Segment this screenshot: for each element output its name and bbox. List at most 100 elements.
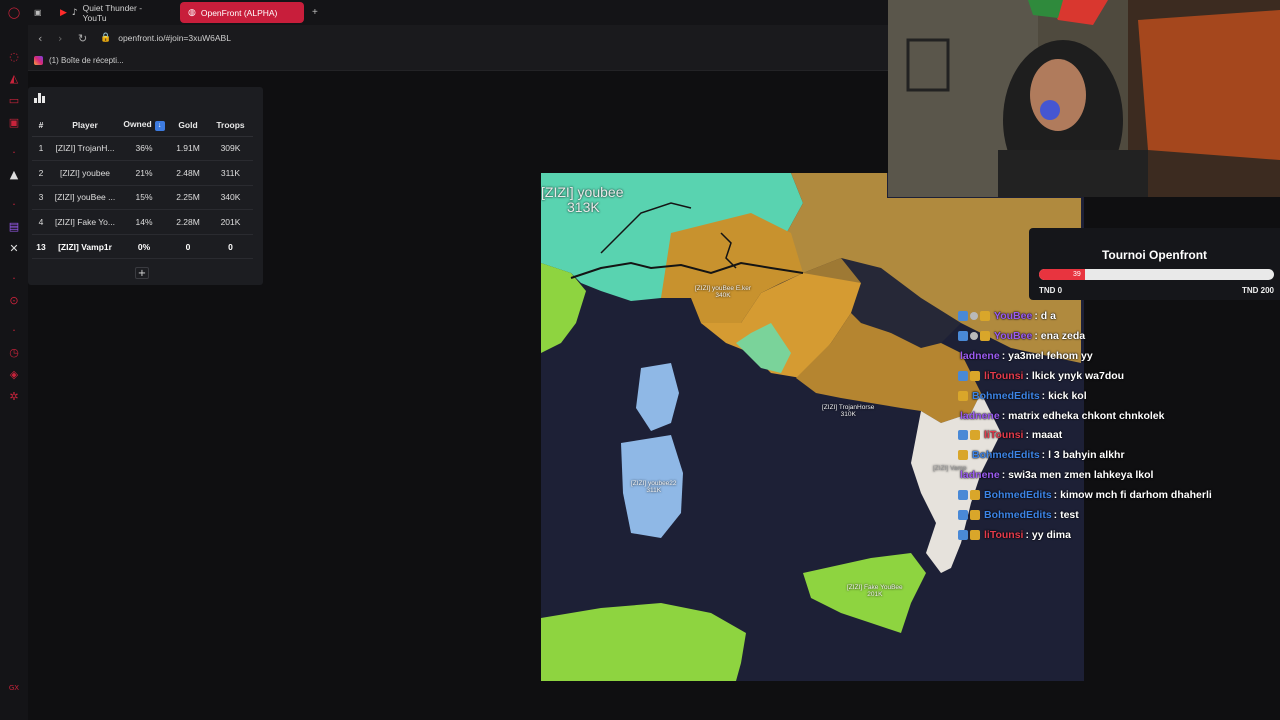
table-row[interactable]: 2 [ZIZI] youbee 21% 2.48M 311K [32,160,253,186]
cell-player: [ZIZI] Vamp1r [50,234,120,260]
cell-troops: 340K [208,185,253,211]
crown-badge-icon [970,529,980,540]
bookmark-instagram[interactable]: (1) Boîte de récepti... [49,56,124,65]
crown-badge-icon [980,330,990,341]
tab-openfront[interactable]: ◍ OpenFront (ALPHA) [180,2,304,23]
cell-player: [ZIZI] TrojanH... [50,136,120,162]
aria-icon[interactable]: ▲ [7,167,21,181]
divider-icon: · [12,145,16,159]
messenger-icon[interactable]: ◌ [7,49,21,63]
map-label-troops: 311K [646,487,662,494]
expand-leaderboard-button[interactable]: + [135,267,149,279]
chat-text: : ya3mel fehom yy [1001,349,1093,362]
twitch-badge-icon [958,490,968,501]
donation-progress-bar: 39 [1039,269,1274,280]
chat-username: YouBee [994,310,1033,322]
chat-text: : kimow mch fi darhom dhaherli [1053,489,1212,502]
cell-troops: 0 [208,234,253,260]
settings-icon[interactable]: ✲ [7,389,21,403]
col-rank[interactable]: # [32,114,50,137]
youtube-icon: ▶ [60,7,67,18]
chat-message: liTounsi: yy dima [958,527,1071,543]
donation-max-label: TND 200 [1241,286,1274,295]
table-row-self[interactable]: 13 [ZIZI] Vamp1r 0% 0 0 [32,234,253,260]
tab-bar: ▣ ▶ ♪ Quiet Thunder - YouTu ◍ OpenFront … [28,0,888,25]
crown-badge-icon [958,390,968,401]
chat-username: ladnene [960,469,1000,482]
cell-owned: 15% [120,185,168,211]
cell-gold: 2.28M [168,209,208,235]
extensions-icon[interactable]: ◈ [7,367,21,381]
tab-youtube[interactable]: ▶ ♪ Quiet Thunder - YouTu [52,2,170,23]
gx-icon[interactable]: GX [7,681,21,695]
chat-message: ladnene: ya3mel fehom yy [958,348,1093,364]
cell-rank: 4 [32,209,50,235]
chat-text: : l 3 bahyin alkhr [1041,449,1125,462]
crown-badge-icon [970,510,980,520]
map-label-name: [ZIZI] youBee E.ker [695,285,751,292]
chat-username: ladnene [960,409,1000,422]
col-player[interactable]: Player [50,114,120,137]
map-label-youbee[interactable]: [ZIZI] youbee 313K [541,185,623,215]
crown-badge-icon [970,490,980,501]
webcam-image [888,0,1280,197]
twitch-badge-icon [958,529,968,540]
table-row[interactable]: 3 [ZIZI] youBee ... 15% 2.25M 340K [32,185,253,211]
cell-rank: 1 [32,136,50,162]
tab-label: OpenFront (ALPHA) [200,7,278,18]
new-tab-button[interactable]: + [312,4,318,21]
chat-text: : ena zeda [1034,329,1086,342]
gmail-icon[interactable]: ▣ [7,115,21,129]
opera-logo-icon[interactable]: ◯ [7,5,21,19]
map-label-fake-youbee[interactable]: [ZIZI] Fake YouBee 201K [847,584,903,598]
col-troops[interactable]: Troops [208,114,253,137]
cell-rank: 3 [32,185,50,211]
history-icon[interactable]: ◷ [7,345,21,359]
workspace-icon[interactable]: ▣ [34,4,42,21]
cell-gold: 2.25M [168,185,208,211]
back-icon[interactable]: ‹ [38,32,48,45]
donation-min-label: TND 0 [1039,286,1063,295]
bag-icon[interactable]: ◭ [7,71,21,85]
chat-text: : matrix edheka chkont chnkolek [1001,409,1165,422]
map-label-youbee-ecker[interactable]: [ZIZI] youBee E.ker 340K [695,285,751,299]
col-owned[interactable]: Owned ↓ [120,114,168,137]
crown-badge-icon [958,450,968,461]
mail-icon[interactable]: ▭ [7,93,21,107]
table-row[interactable]: 4 [ZIZI] Fake Yo... 14% 2.28M 201K [32,209,253,235]
x-icon[interactable]: ✕ [7,241,21,255]
browser-sidebar: ◯ ◌ ◭ ▭ ▣ · ▲ · ▤ ✕ · ⊙ · ◷ ◈ ✲ GX [0,0,28,720]
address-bar: ‹ › ↻ 🔒 openfront.io/#join=3xuW6ABL [28,25,888,51]
map-label-name: [ZIZI] TrojanHorse [822,404,875,411]
dot-icon: · [12,197,16,211]
reload-icon[interactable]: ↻ [78,32,88,45]
cell-troops: 201K [208,209,253,235]
crown-badge-icon [980,311,990,321]
cell-owned: 14% [120,209,168,235]
map-label-sardinia[interactable]: [ZIZI] youbee22 311K [631,480,677,494]
screen: ◯ ◌ ◭ ▭ ▣ · ▲ · ▤ ✕ · ⊙ · ◷ ◈ ✲ GX ▣ ▶ ♪… [0,0,1280,720]
cell-gold: 0 [168,234,208,260]
play-icon[interactable]: ⊙ [7,293,21,307]
col-gold[interactable]: Gold [168,114,208,137]
sort-down-icon: ↓ [154,120,165,131]
chat-username: BohmedEdits [984,489,1052,502]
map-label-trojan[interactable]: [ZIZI] TrojanHorse 310K [822,404,874,418]
twitch-badge-icon [958,430,968,441]
speaker-icon[interactable]: ♪ [72,8,78,18]
bar-chart-icon[interactable] [34,93,46,103]
dot3-icon: · [12,323,16,337]
crown-badge-icon [970,430,980,441]
table-row[interactable]: 1 [ZIZI] TrojanH... 36% 1.91M 309K [32,136,253,162]
cell-rank: 13 [32,234,50,260]
forward-icon[interactable]: › [58,32,68,45]
chat-message: liTounsi: maaat [958,427,1062,443]
url-field[interactable]: openfront.io/#join=3xuW6ABL [118,33,231,43]
twitch-icon[interactable]: ▤ [7,219,21,233]
donation-progress-fill: 39 [1039,269,1085,280]
leaderboard-table: # Player Owned ↓ Gold Troops 1 [ZIZI] Tro… [32,114,253,260]
lock-icon: 🔒 [100,33,112,43]
chat-message: YouBee: ena zeda [958,328,1085,344]
chat-message: YouBee: d a [958,308,1056,324]
moderator-badge-icon [970,312,978,320]
